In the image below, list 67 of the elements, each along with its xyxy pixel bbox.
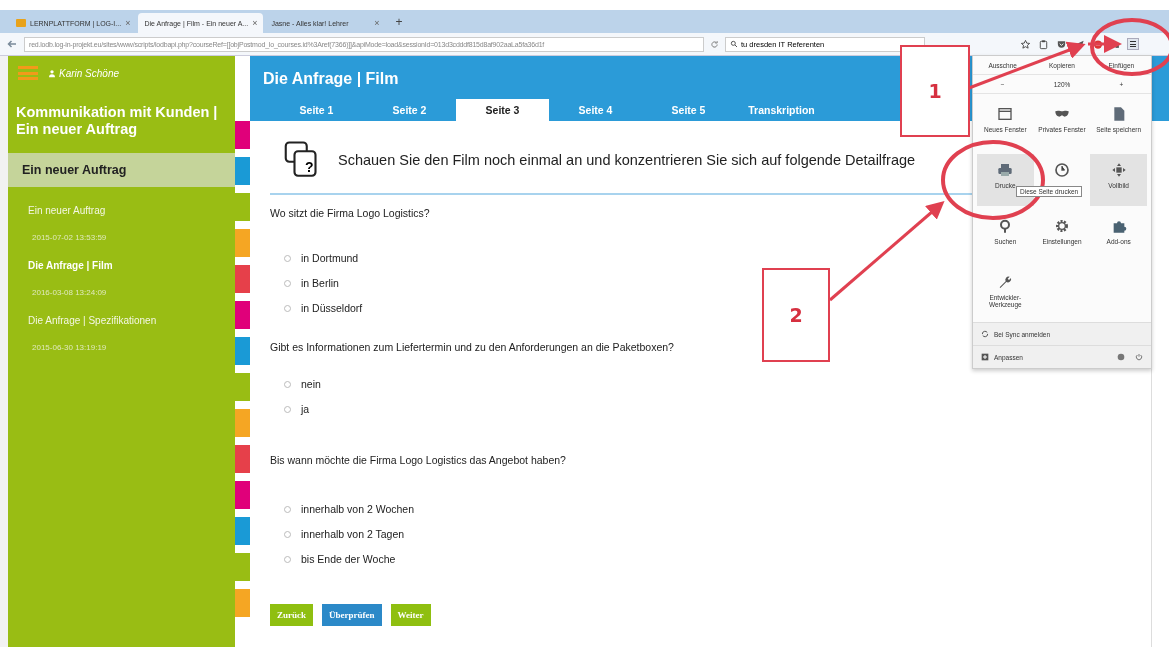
instruction-text: Schauen Sie den Film noch einmal an und konzentrieren Sie sich auf folgende Detailfrage — [338, 152, 916, 168]
accent-block — [235, 301, 250, 329]
section-heading: Ein neuer Auftrag — [8, 152, 235, 187]
accent-block — [235, 229, 250, 257]
sync-icon — [981, 330, 989, 338]
search-icon — [730, 40, 738, 48]
reload-icon — [710, 39, 719, 49]
star-icon — [1020, 38, 1031, 50]
accent-block — [235, 121, 250, 149]
question-mark: ? — [305, 159, 314, 176]
user-name: Karin Schöne — [59, 67, 120, 79]
lesson-date: 2016-03-08 13:24:09 — [31, 286, 108, 297]
close-tab-button[interactable]: × — [374, 18, 380, 28]
accent-block — [235, 157, 250, 185]
back-icon — [6, 38, 18, 50]
clipboard-icon — [1038, 38, 1049, 50]
nav-button[interactable]: Überprüfen — [322, 604, 382, 626]
callout-label: 1 — [900, 45, 970, 137]
callout-label: 2 — [762, 268, 830, 362]
accent-block — [235, 589, 250, 617]
radio-button[interactable] — [284, 405, 291, 413]
radio-button[interactable] — [284, 279, 291, 287]
clock-icon — [1054, 162, 1070, 178]
radio-button[interactable] — [284, 380, 291, 388]
option-label: in Dortmund — [301, 252, 359, 264]
wrench-icon — [997, 274, 1014, 290]
window-icon — [997, 106, 1014, 122]
question-text: Bis wann möchte die Firma Logo Logistics das Angebot haben? — [270, 454, 567, 468]
option-label: ja — [301, 403, 310, 415]
accent-block — [235, 265, 250, 293]
page-tab[interactable]: Seite 3 — [456, 99, 549, 121]
fullscreen-icon — [1110, 162, 1127, 178]
question-text: Gibt es Informationen zum Liefertermin und zu den Anforderungen an die Paketboxen? — [270, 341, 675, 355]
accent-block — [235, 481, 250, 509]
printer-icon — [997, 162, 1014, 178]
option-label: innerhalb von 2 Wochen — [301, 503, 415, 515]
option-label: in Düsseldorf — [301, 302, 363, 314]
accent-block — [235, 337, 250, 365]
radio-button[interactable] — [284, 304, 291, 312]
menu-button[interactable] — [1127, 38, 1139, 50]
lesson-date: 2015-07-02 13:53:59 — [31, 231, 108, 242]
accent-block — [235, 445, 250, 473]
option-label: in Berlin — [301, 277, 339, 289]
option-label: bis Ende der Woche — [301, 553, 396, 565]
page-title: Die Anfrage | Film — [263, 70, 399, 88]
plus-square-icon — [981, 353, 989, 361]
pocket-icon — [1056, 38, 1067, 50]
menu-icon[interactable] — [18, 66, 38, 80]
close-tab-button[interactable]: × — [252, 18, 258, 28]
radio-button[interactable] — [284, 530, 291, 538]
radio-button[interactable] — [284, 254, 291, 262]
new-tab-button[interactable]: + — [387, 14, 411, 29]
accent-block — [235, 517, 250, 545]
option-label: nein — [301, 378, 321, 390]
power-icon — [1135, 353, 1143, 361]
site-icon — [16, 19, 26, 27]
course-title: Kommunikation mit Kunden | Ein neuer Auftrag — [15, 103, 219, 140]
accent-block — [235, 409, 250, 437]
question-text: Wo sitzt die Firma Logo Logistics? — [270, 207, 431, 221]
settings-icon — [1054, 218, 1070, 234]
stop-sign-icon — [1092, 38, 1104, 50]
radio-button[interactable] — [284, 505, 291, 513]
user-icon — [48, 68, 56, 78]
option-label: innerhalb von 2 Tagen — [301, 528, 405, 540]
close-tab-button[interactable]: × — [125, 18, 131, 28]
radio-button[interactable] — [284, 555, 291, 563]
lesson-date: 2015-06-30 13:19:19 — [31, 341, 108, 352]
